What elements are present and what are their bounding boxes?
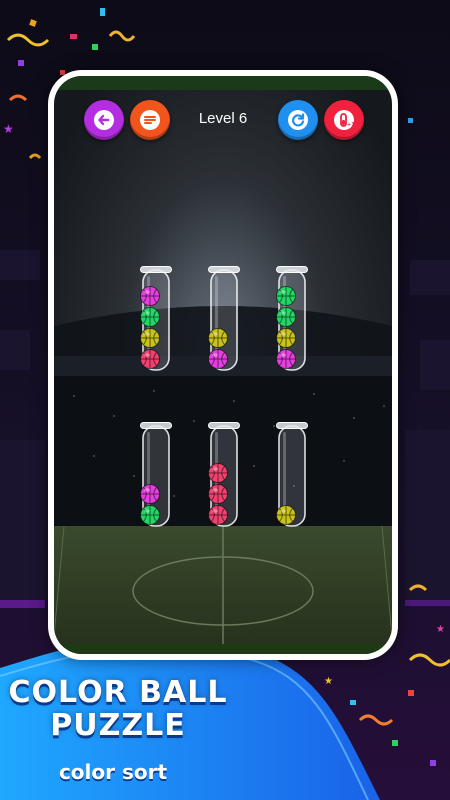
- svg-text:★: ★: [3, 122, 14, 136]
- menu-button[interactable]: [130, 100, 170, 140]
- refresh-icon: [288, 110, 308, 130]
- svg-text:★: ★: [324, 676, 333, 687]
- tube-4[interactable]: [140, 422, 172, 530]
- banner-subtitle: color sort: [58, 760, 168, 784]
- add-tube-badge: +1: [347, 122, 355, 128]
- tube-1[interactable]: [140, 266, 172, 374]
- ball-yellow: [276, 505, 296, 525]
- banner-title-line2: PUZZLE: [50, 708, 186, 743]
- ball-pink: [208, 484, 228, 504]
- ball-yellow: [208, 328, 228, 348]
- add-tube-button[interactable]: +1: [324, 100, 364, 140]
- ball-green: [140, 307, 160, 327]
- add-tube-icon: +1: [334, 110, 355, 130]
- ball-green: [140, 505, 160, 525]
- ball-green: [276, 307, 296, 327]
- ball-yellow: [276, 328, 296, 348]
- ball-pink: [208, 463, 228, 483]
- banner-title-line1: COLOR BALL: [8, 675, 228, 710]
- level-label: Level 6: [198, 110, 248, 127]
- ball-pink: [208, 505, 228, 525]
- tube-3[interactable]: [276, 266, 308, 374]
- back-button[interactable]: [84, 100, 124, 140]
- ball-magenta: [208, 349, 228, 369]
- phone-frame: Level 6 +1: [48, 70, 398, 660]
- tube-6[interactable]: [276, 422, 308, 530]
- ball-magenta: [276, 349, 296, 369]
- banner-title: COLOR BALL PUZZLE: [0, 676, 236, 742]
- svg-text:★: ★: [436, 624, 445, 635]
- arrow-left-icon: [94, 110, 114, 130]
- ball-green: [276, 286, 296, 306]
- ball-pink: [140, 349, 160, 369]
- ball-yellow: [140, 328, 160, 348]
- ball-magenta: [140, 484, 160, 504]
- game-screen: Level 6 +1: [54, 76, 392, 654]
- menu-lines-icon: [140, 110, 160, 130]
- tube-5[interactable]: [208, 422, 240, 530]
- ball-magenta: [140, 286, 160, 306]
- tube-2[interactable]: [208, 266, 240, 374]
- restart-button[interactable]: [278, 100, 318, 140]
